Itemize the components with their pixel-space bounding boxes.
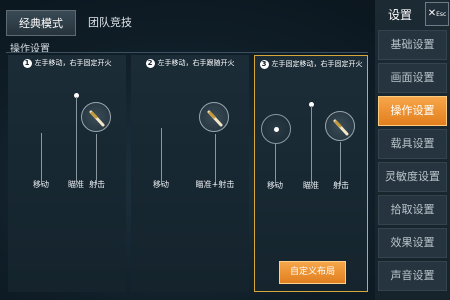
section-divider <box>6 52 368 53</box>
control-scheme-2[interactable]: 2 左手移动，右手跟随开火 移动 瞄准+射击 <box>131 55 249 292</box>
close-button[interactable]: ✕Esc <box>425 2 449 26</box>
scheme-number-badge: 1 <box>22 58 32 68</box>
scheme-number-badge: 2 <box>145 58 155 68</box>
fire-button-icon <box>81 102 111 132</box>
sidebar-item-graphics[interactable]: 画面设置 <box>378 63 447 93</box>
mode-tabs: 经典模式 团队竞技 <box>6 10 144 36</box>
fire-button-icon <box>199 102 229 132</box>
settings-sidebar: 设置 ✕Esc 基础设置 画面设置 操作设置 载具设置 灵敏度设置 拾取设置 效… <box>375 0 450 300</box>
move-label: 移动 <box>267 181 283 190</box>
sidebar-item-basic[interactable]: 基础设置 <box>378 30 447 60</box>
control-scheme-1[interactable]: 1 左手移动，右手固定开火 移动 瞄准 射击 <box>8 55 126 292</box>
fire-label: 射击 <box>333 181 349 190</box>
scheme-description: 左手固定移动，右手固定开火 <box>271 60 363 68</box>
settings-screen: 经典模式 团队竞技 操作设置 1 左手移动，右手固定开火 移动 瞄准 射击 2 … <box>0 0 450 300</box>
move-track <box>161 128 162 185</box>
close-icon: ✕ <box>427 8 437 19</box>
aim-label: 瞄准 <box>68 180 84 189</box>
aim-fire-label: 瞄准+射击 <box>195 180 235 189</box>
sidebar-title: 设置 <box>387 8 412 22</box>
scheme-number-badge: 3 <box>259 59 269 69</box>
aim-track <box>76 97 77 185</box>
sidebar-item-controls[interactable]: 操作设置 <box>378 96 447 126</box>
control-scheme-3[interactable]: 3 左手固定移动，右手固定开火 移动 瞄准 射击 自定义布局 <box>254 55 368 292</box>
move-label: 移动 <box>33 180 49 189</box>
scheme-header: 3 左手固定移动，右手固定开火 <box>255 56 367 72</box>
move-label: 移动 <box>153 180 169 189</box>
fire-track <box>96 134 97 185</box>
aim-label: 瞄准 <box>303 181 319 190</box>
scheme-description: 左手移动，右手跟随开火 <box>157 59 235 67</box>
scheme-description: 左手移动，右手固定开火 <box>34 59 112 67</box>
sidebar-item-audio[interactable]: 声音设置 <box>378 261 447 291</box>
sidebar-item-effects[interactable]: 效果设置 <box>378 228 447 258</box>
sidebar-item-pickup[interactable]: 拾取设置 <box>378 195 447 225</box>
fire-label: 射击 <box>89 180 105 189</box>
joystick-ring-icon <box>261 114 291 144</box>
scheme-header: 1 左手移动，右手固定开火 <box>8 55 126 71</box>
tab-team-deathmatch[interactable]: 团队竞技 <box>76 10 144 36</box>
fire-button-icon <box>325 111 355 141</box>
move-track <box>41 133 42 185</box>
aim-fire-track <box>215 134 216 185</box>
sidebar-item-vehicle[interactable]: 载具设置 <box>378 129 447 159</box>
sidebar-item-sensitivity[interactable]: 灵敏度设置 <box>378 162 447 192</box>
scheme-header: 2 左手移动，右手跟随开火 <box>131 55 249 71</box>
close-label: Esc <box>436 11 447 18</box>
aim-track <box>311 106 312 186</box>
custom-layout-button[interactable]: 自定义布局 <box>279 261 346 284</box>
tab-classic-mode[interactable]: 经典模式 <box>6 10 76 36</box>
